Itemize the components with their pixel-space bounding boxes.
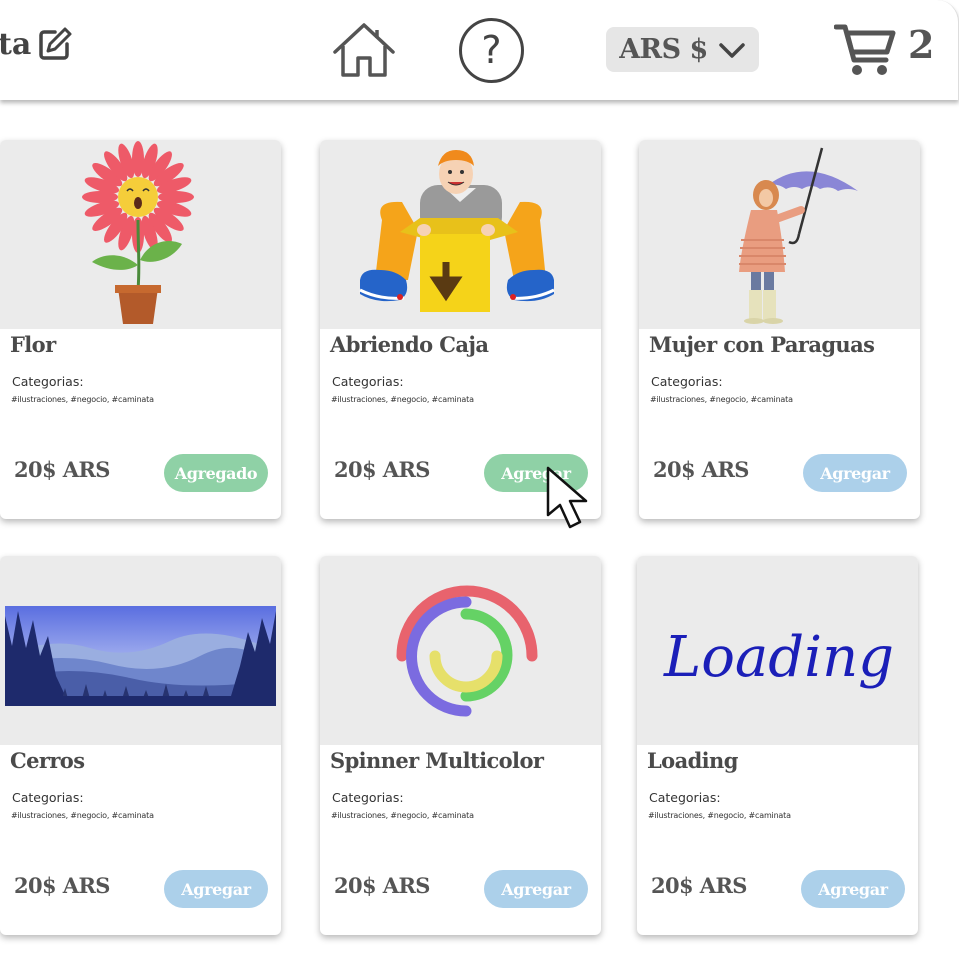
help-icon[interactable]: ? bbox=[458, 17, 525, 84]
add-to-cart-button[interactable]: Agregar bbox=[803, 454, 907, 492]
category-tags: #ilustraciones, #negocio, #caminata bbox=[11, 395, 154, 404]
home-icon[interactable] bbox=[331, 22, 397, 78]
category-tags: #ilustraciones, #negocio, #caminata bbox=[11, 811, 154, 820]
add-to-cart-button[interactable]: Agregado bbox=[164, 454, 268, 492]
currency-select[interactable]: ARS $ bbox=[606, 27, 759, 72]
product-price: 20$ ARS bbox=[334, 457, 430, 482]
mouse-cursor-icon bbox=[546, 466, 588, 529]
cart-count: 2 bbox=[908, 22, 935, 67]
edit-icon[interactable] bbox=[37, 26, 73, 62]
product-price: 20$ ARS bbox=[14, 873, 110, 898]
brand[interactable]: ta bbox=[0, 26, 73, 62]
product-card: Abriendo Caja Categorias: #ilustraciones… bbox=[320, 140, 601, 519]
product-price: 20$ ARS bbox=[14, 457, 110, 482]
categories-label: Categorias: bbox=[12, 374, 84, 389]
product-card: Spinner Multicolor Categorias: #ilustrac… bbox=[320, 556, 601, 935]
product-card: Mujer con Paraguas Categorias: #ilustrac… bbox=[639, 140, 920, 519]
product-card: Cerros Categorias: #ilustraciones, #nego… bbox=[0, 556, 281, 935]
top-header: ta ? ARS $ 2 bbox=[0, 0, 959, 100]
categories-label: Categorias: bbox=[649, 790, 721, 805]
product-title: Loading bbox=[647, 748, 738, 773]
add-to-cart-button[interactable]: Agregar bbox=[484, 870, 588, 908]
product-image-open-box bbox=[320, 140, 601, 329]
product-price: 20$ ARS bbox=[651, 873, 747, 898]
product-title: Mujer con Paraguas bbox=[649, 332, 875, 357]
category-tags: #ilustraciones, #negocio, #caminata bbox=[331, 395, 474, 404]
categories-label: Categorias: bbox=[332, 374, 404, 389]
add-to-cart-button[interactable]: Agregar bbox=[801, 870, 905, 908]
loading-script-text: Loading bbox=[663, 625, 894, 690]
add-to-cart-button[interactable]: Agregar bbox=[164, 870, 268, 908]
product-card: Loading Loading Categorias: #ilustracion… bbox=[637, 556, 918, 935]
product-price: 20$ ARS bbox=[653, 457, 749, 482]
currency-label: ARS $ bbox=[619, 34, 708, 65]
category-tags: #ilustraciones, #negocio, #caminata bbox=[331, 811, 474, 820]
product-title: Spinner Multicolor bbox=[330, 748, 544, 773]
product-image-loading: Loading bbox=[637, 556, 918, 745]
brand-text: ta bbox=[0, 26, 32, 62]
product-title: Abriendo Caja bbox=[330, 332, 489, 357]
product-image-flower bbox=[0, 140, 281, 329]
product-title: Flor bbox=[10, 332, 56, 357]
categories-label: Categorias: bbox=[651, 374, 723, 389]
product-title: Cerros bbox=[10, 748, 85, 773]
product-card: Flor Categorias: #ilustraciones, #negoci… bbox=[0, 140, 281, 519]
categories-label: Categorias: bbox=[12, 790, 84, 805]
svg-text:?: ? bbox=[481, 28, 501, 72]
categories-label: Categorias: bbox=[332, 790, 404, 805]
product-image-spinner bbox=[320, 556, 601, 745]
chevron-down-icon bbox=[719, 42, 745, 58]
category-tags: #ilustraciones, #negocio, #caminata bbox=[648, 811, 791, 820]
product-image-hills bbox=[0, 556, 281, 745]
cart-icon[interactable] bbox=[834, 22, 896, 78]
product-price: 20$ ARS bbox=[334, 873, 430, 898]
category-tags: #ilustraciones, #negocio, #caminata bbox=[650, 395, 793, 404]
product-image-woman-umbrella bbox=[639, 140, 920, 329]
